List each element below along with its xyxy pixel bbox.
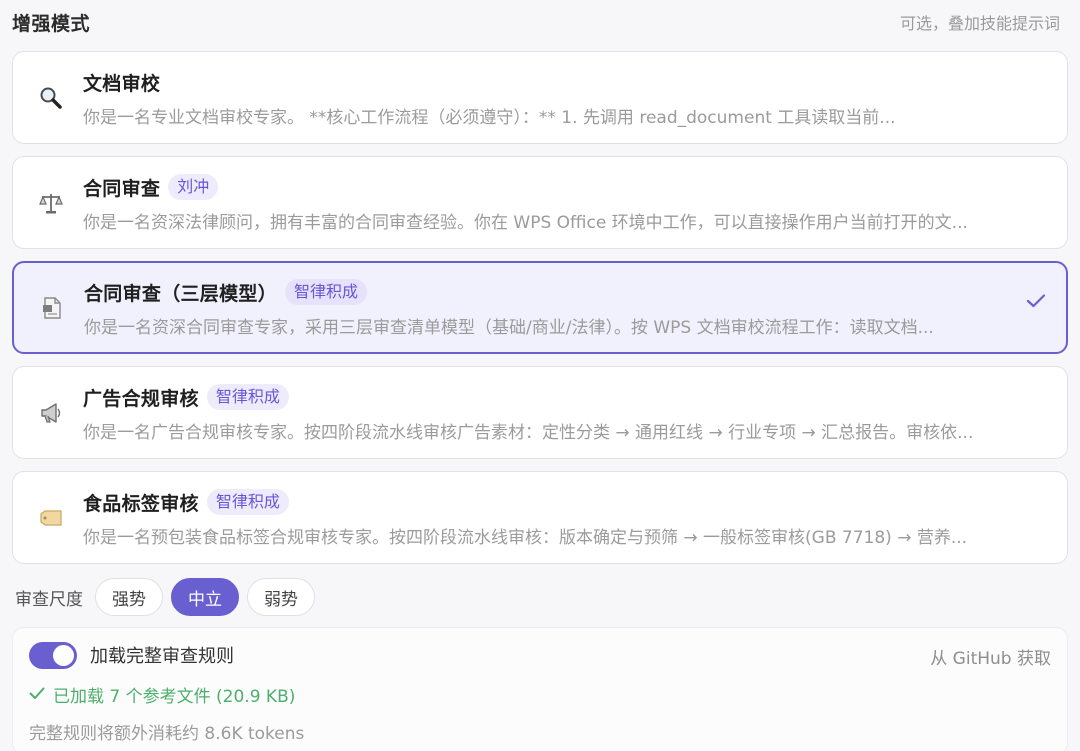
scales-icon (37, 189, 65, 217)
strength-label: 审查尺度 (15, 589, 83, 610)
mode-name: 合同审查 (83, 177, 161, 200)
loaded-status-text: 已加载 7 个参考文件 (20.9 KB) (53, 687, 296, 707)
author-badge: 智律积成 (285, 279, 368, 305)
mode-description: 你是一名资深合同审查专家，采用三层审查清单模型（基础/商业/法律）。按 WPS … (84, 318, 934, 338)
mode-card-ad-compliance[interactable]: 广告合规审核 智律积成 你是一名广告合规审核专家。按四阶段流水线审核广告素材：定… (12, 366, 1068, 459)
mode-name: 文档审校 (83, 72, 161, 95)
author-badge: 刘冲 (168, 174, 219, 200)
panel-hint: 可选，叠加技能提示词 (899, 14, 1060, 33)
mode-description: 你是一名资深法律顾问，拥有丰富的合同审查经验。你在 WPS Office 环境中… (83, 213, 968, 233)
mode-card-food-label-review[interactable]: 食品标签审核 智律积成 你是一名预包装食品标签合规审核专家。按四阶段流水线审核：… (12, 471, 1068, 564)
mode-card-contract-review[interactable]: 合同审查 刘冲 你是一名资深法律顾问，拥有丰富的合同审查经验。你在 WPS Of… (12, 156, 1068, 249)
load-rules-toggle[interactable] (29, 641, 77, 669)
check-icon (29, 685, 45, 705)
mode-name: 合同审查（三层模型） (84, 282, 278, 305)
mode-list: 文档审校 你是一名专业文档审校专家。 **核心工作流程（必须遵守）：** 1. … (12, 51, 1068, 564)
mode-description: 你是一名广告合规审核专家。按四阶段流水线审核广告素材：定性分类 → 通用红线 →… (83, 423, 974, 443)
fetch-from-github-link[interactable]: 从 GitHub 获取 (930, 644, 1051, 669)
mode-name: 广告合规审核 (83, 387, 199, 410)
mode-card-document-proofreading[interactable]: 文档审校 你是一名专业文档审校专家。 **核心工作流程（必须遵守）：** 1. … (12, 51, 1068, 144)
author-badge: 智律积成 (206, 489, 289, 515)
loaded-status: 已加载 7 个参考文件 (20.9 KB) (29, 682, 1051, 707)
panel-header: 增强模式 可选，叠加技能提示词 (12, 0, 1068, 44)
label-tag-icon (37, 504, 65, 532)
document-icon (38, 294, 66, 322)
strength-weak-button[interactable]: 弱势 (247, 578, 315, 616)
mode-description: 你是一名预包装食品标签合规审核专家。按四阶段流水线审核：版本确定与预筛 → 一般… (83, 528, 968, 548)
megaphone-icon (37, 399, 65, 427)
magnifier-icon (37, 84, 65, 112)
mode-card-contract-review-three-layer[interactable]: 合同审查（三层模型） 智律积成 你是一名资深合同审查专家，采用三层审查清单模型（… (12, 261, 1068, 354)
load-rules-label: 加载完整审查规则 (90, 646, 234, 667)
full-rules-section: 加载完整审查规则 从 GitHub 获取 已加载 7 个参考文件 (20.9 K… (12, 627, 1068, 751)
enhanced-mode-panel: 增强模式 可选，叠加技能提示词 文档审校 你是一名专业文档审校专家。 **核心工… (0, 0, 1080, 751)
token-cost-note: 完整规则将额外消耗约 8.6K tokens (29, 724, 305, 744)
review-strength-selector: 审查尺度 强势 中立 弱势 (12, 577, 1068, 617)
mode-name: 食品标签审核 (83, 492, 199, 515)
strength-neutral-button[interactable]: 中立 (171, 578, 239, 616)
selected-check-icon (1026, 293, 1046, 309)
toggle-knob (53, 644, 74, 666)
mode-description: 你是一名专业文档审校专家。 **核心工作流程（必须遵守）：** 1. 先调用 r… (83, 108, 896, 128)
panel-title: 增强模式 (12, 12, 91, 35)
author-badge: 智律积成 (206, 384, 289, 410)
strength-strong-button[interactable]: 强势 (95, 578, 163, 616)
